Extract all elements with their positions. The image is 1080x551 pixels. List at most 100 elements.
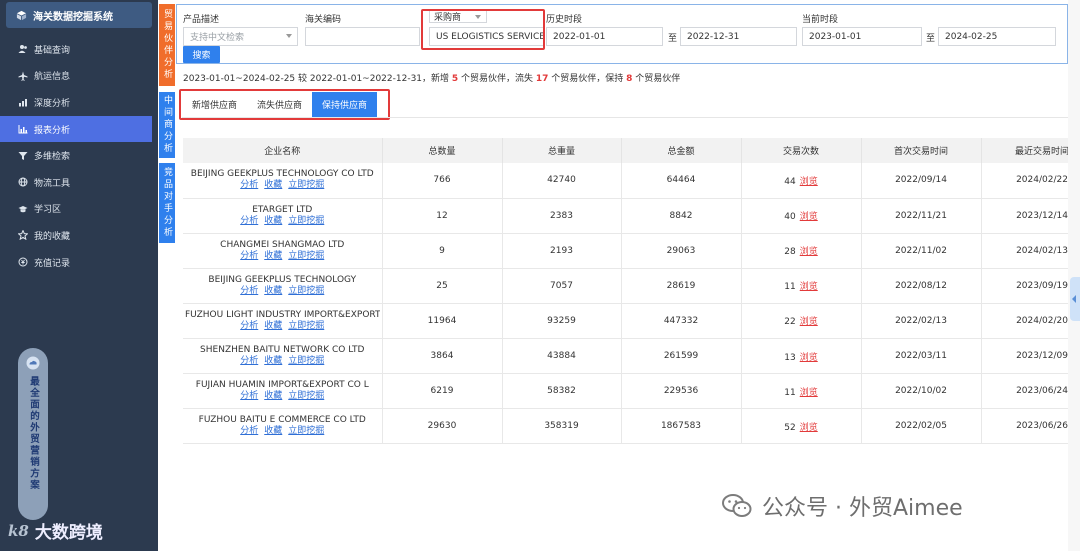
page-scrollbar[interactable] bbox=[1068, 0, 1080, 551]
promo-banner[interactable]: 最全面的外贸营销方案 bbox=[18, 348, 48, 520]
view-link[interactable]: 浏览 bbox=[800, 388, 818, 398]
view-link[interactable]: 浏览 bbox=[800, 317, 818, 327]
first-date-cell: 2022/11/21 bbox=[861, 198, 982, 234]
history-from-input[interactable]: 2022-01-01 bbox=[546, 27, 663, 46]
last-date-cell: 2023/06/26 bbox=[981, 408, 1068, 444]
sidebar-item-multi-search[interactable]: 多维检索 bbox=[0, 142, 152, 169]
sidebar-item-deep-analysis[interactable]: 深度分析 bbox=[0, 89, 152, 116]
analyze-link[interactable]: 分析 bbox=[240, 180, 258, 190]
row-actions: 分析 收藏 立即挖掘 bbox=[185, 251, 380, 262]
history-to-input[interactable]: 2022-12-31 bbox=[680, 27, 797, 46]
sidebar-item-favorites[interactable]: 我的收藏 bbox=[0, 222, 152, 249]
view-link[interactable]: 浏览 bbox=[800, 353, 818, 363]
company-cell: BEIJING GEEKPLUS TECHNOLOGY CO LTD 分析 收藏 立即… bbox=[183, 163, 383, 199]
quantity-cell: 9 bbox=[382, 233, 503, 269]
hscode-label: 海关编码 bbox=[305, 15, 342, 25]
supplier-tabs: 新增供应商 流失供应商 保持供应商 bbox=[182, 92, 378, 118]
col-header-first-date[interactable]: 首次交易时间 bbox=[861, 138, 982, 163]
col-header-last-date[interactable]: 最近交易时间 bbox=[981, 138, 1068, 163]
weight-cell: 2383 bbox=[502, 198, 622, 234]
current-from-input[interactable]: 2023-01-01 bbox=[802, 27, 922, 46]
search-button[interactable]: 搜索 bbox=[183, 46, 220, 63]
col-header-count[interactable]: 交易次数 bbox=[741, 138, 862, 163]
company-cell: FUZHOU BAITU E COMMERCE CO LTD 分析 收藏 立即挖掘 bbox=[183, 408, 383, 444]
company-name[interactable]: ETARGET LTD bbox=[185, 205, 380, 216]
col-header-weight[interactable]: 总重量 bbox=[502, 138, 622, 163]
vtab-label: 中间商分析 bbox=[162, 95, 172, 155]
analyze-link[interactable]: 分析 bbox=[240, 391, 258, 401]
sidebar-item-basic-query[interactable]: 基础查询 bbox=[0, 36, 152, 63]
favorite-link[interactable]: 收藏 bbox=[264, 391, 282, 401]
amount-cell: 447332 bbox=[621, 303, 742, 339]
favorite-link[interactable]: 收藏 bbox=[264, 251, 282, 261]
sidebar-item-logistics[interactable]: 物流工具 bbox=[0, 169, 152, 196]
supplier-table: 企业名称 总数量 总重量 总金额 交易次数 首次交易时间 最近交易时间 BEIJ… bbox=[183, 138, 1068, 444]
app-brand[interactable]: 海关数据挖掘系统 bbox=[6, 2, 152, 28]
vtab-competitor-analysis[interactable]: 竞品对手分析 bbox=[159, 163, 175, 243]
company-cell: CHANGMEI SHANGMAO LTD 分析 收藏 立即挖掘 bbox=[183, 233, 383, 269]
buyer-type-value: 采购商 bbox=[434, 13, 462, 23]
mine-now-link[interactable]: 立即挖掘 bbox=[288, 180, 324, 190]
analyze-link[interactable]: 分析 bbox=[240, 251, 258, 261]
company-cell: SHENZHEN BAITU NETWORK CO LTD 分析 收藏 立即挖掘 bbox=[183, 338, 383, 374]
product-input[interactable]: 支持中文检索 bbox=[183, 27, 298, 46]
mine-now-link[interactable]: 立即挖掘 bbox=[288, 321, 324, 331]
sidebar-item-report-analysis[interactable]: 报表分析 bbox=[0, 115, 152, 143]
count-value: 22 bbox=[784, 317, 796, 328]
analyze-link[interactable]: 分析 bbox=[240, 356, 258, 366]
tab-new-suppliers[interactable]: 新增供应商 bbox=[182, 92, 247, 117]
collapse-panel-tab[interactable] bbox=[1070, 277, 1080, 321]
mine-now-link[interactable]: 立即挖掘 bbox=[288, 426, 324, 436]
col-header-company[interactable]: 企业名称 bbox=[183, 138, 383, 163]
current-to-input[interactable]: 2024-02-25 bbox=[938, 27, 1056, 46]
to-label: 至 bbox=[926, 34, 936, 44]
bar-chart-icon bbox=[18, 125, 28, 134]
tab-kept-suppliers[interactable]: 保持供应商 bbox=[312, 92, 378, 117]
view-link[interactable]: 浏览 bbox=[800, 423, 818, 433]
favorite-link[interactable]: 收藏 bbox=[264, 216, 282, 226]
tab-lost-suppliers[interactable]: 流失供应商 bbox=[247, 92, 312, 117]
view-link[interactable]: 浏览 bbox=[800, 177, 818, 187]
favorite-link[interactable]: 收藏 bbox=[264, 321, 282, 331]
chart-up-icon bbox=[19, 99, 27, 107]
mine-now-link[interactable]: 立即挖掘 bbox=[288, 286, 324, 296]
mine-now-link[interactable]: 立即挖掘 bbox=[288, 251, 324, 261]
company-name[interactable]: BEIJING GEEKPLUS TECHNOLOGY CO LTD bbox=[185, 169, 380, 180]
company-name[interactable]: FUJIAN HUAMIN IMPORT&EXPORT CO L bbox=[185, 380, 380, 391]
footer-brand: k8 大数跨境 bbox=[8, 518, 103, 544]
vtab-intermediary-analysis[interactable]: 中间商分析 bbox=[159, 92, 175, 158]
favorite-link[interactable]: 收藏 bbox=[264, 356, 282, 366]
analyze-link[interactable]: 分析 bbox=[240, 321, 258, 331]
company-name[interactable]: SHENZHEN BAITU NETWORK CO LTD bbox=[185, 345, 380, 356]
company-name[interactable]: FUZHOU BAITU E COMMERCE CO LTD bbox=[185, 415, 380, 426]
favorite-link[interactable]: 收藏 bbox=[264, 180, 282, 190]
buyer-input[interactable]: US ELOGISTICS SERVICE bbox=[429, 27, 544, 46]
view-link[interactable]: 浏览 bbox=[800, 212, 818, 222]
vtab-trade-partner-analysis[interactable]: 贸易伙伴分析 bbox=[159, 4, 175, 86]
company-name[interactable]: FUZHOU LIGHT INDUSTRY IMPORT&EXPORT bbox=[185, 310, 380, 321]
analyze-link[interactable]: 分析 bbox=[240, 286, 258, 296]
company-name[interactable]: CHANGMEI SHANGMAO LTD bbox=[185, 240, 380, 251]
view-link[interactable]: 浏览 bbox=[800, 247, 818, 257]
vtab-label: 竞品对手分析 bbox=[162, 167, 172, 239]
analyze-link[interactable]: 分析 bbox=[240, 216, 258, 226]
sidebar-item-recharge[interactable]: 充值记录 bbox=[0, 249, 152, 276]
mine-now-link[interactable]: 立即挖掘 bbox=[288, 216, 324, 226]
quantity-cell: 3864 bbox=[382, 338, 503, 374]
hscode-input[interactable] bbox=[305, 27, 420, 46]
analyze-link[interactable]: 分析 bbox=[240, 426, 258, 436]
summary-suffix: 个贸易伙伴 bbox=[632, 74, 681, 84]
favorite-link[interactable]: 收藏 bbox=[264, 286, 282, 296]
company-name[interactable]: BEIJING GEEKPLUS TECHNOLOGY bbox=[185, 275, 380, 286]
row-actions: 分析 收藏 立即挖掘 bbox=[185, 180, 380, 191]
favorite-link[interactable]: 收藏 bbox=[264, 426, 282, 436]
col-header-quantity[interactable]: 总数量 bbox=[382, 138, 503, 163]
view-link[interactable]: 浏览 bbox=[800, 282, 818, 292]
sidebar-item-learning[interactable]: 学习区 bbox=[0, 196, 152, 223]
table-row: BEIJING GEEKPLUS TECHNOLOGY 分析 收藏 立即挖掘 25 705… bbox=[183, 268, 1068, 304]
buyer-type-select[interactable]: 采购商 bbox=[429, 10, 487, 23]
col-header-amount[interactable]: 总金额 bbox=[621, 138, 742, 163]
sidebar-item-shipping[interactable]: 航运信息 bbox=[0, 63, 152, 90]
mine-now-link[interactable]: 立即挖掘 bbox=[288, 356, 324, 366]
mine-now-link[interactable]: 立即挖掘 bbox=[288, 391, 324, 401]
